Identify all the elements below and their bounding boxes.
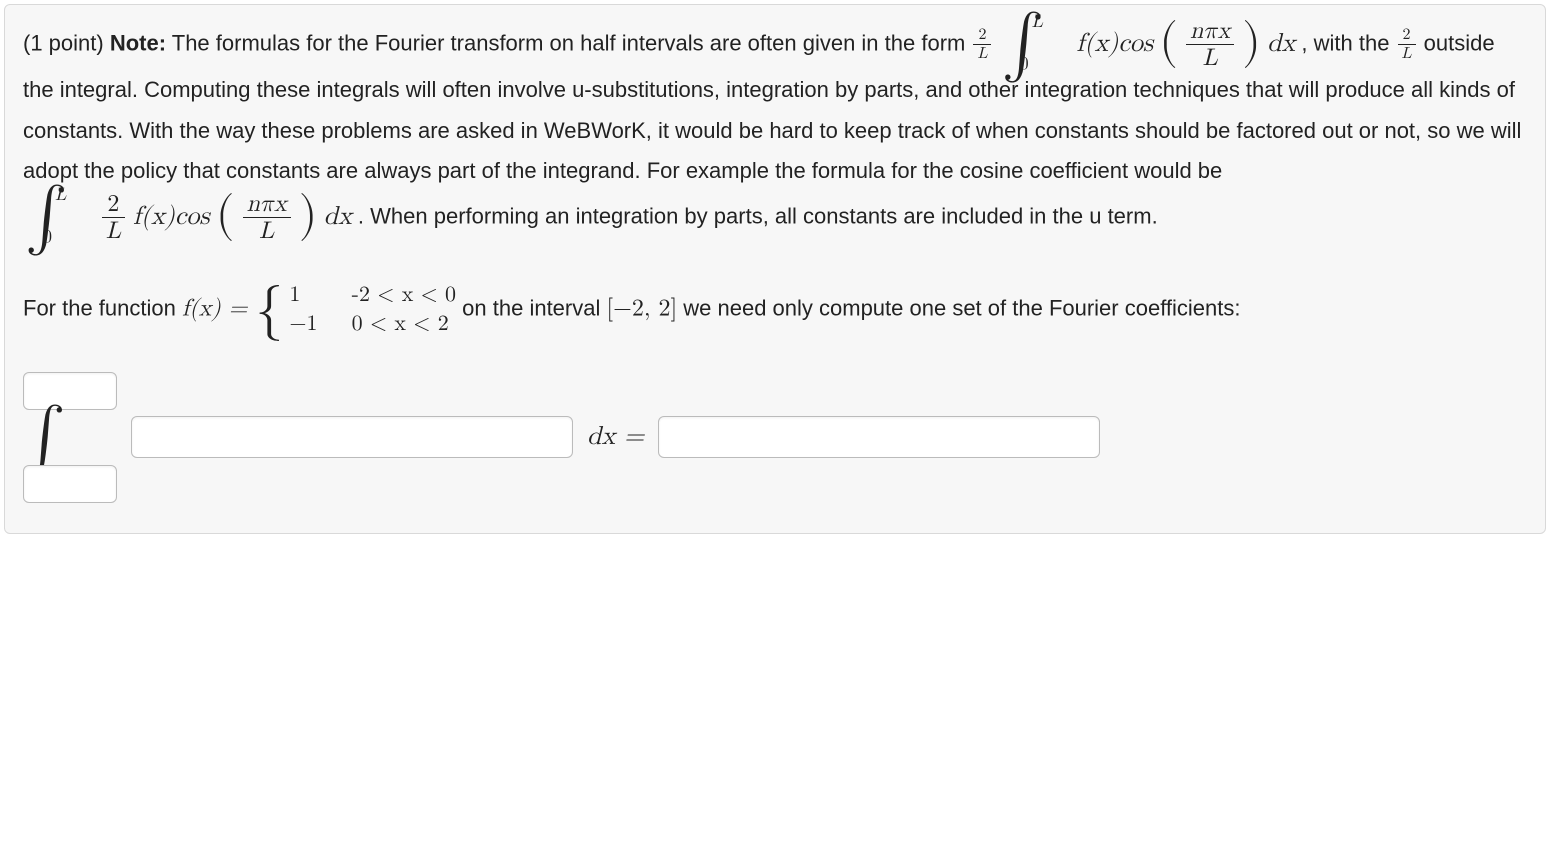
- note-label: Note:: [110, 30, 166, 55]
- note-text-2: , with the: [1301, 30, 1395, 55]
- integrand-fx: f(x)cos: [1076, 31, 1153, 57]
- left-paren-icon: (: [1159, 42, 1178, 48]
- question-paragraph: For the function f(x) = { 1 −1 -2 < x < …: [23, 281, 1527, 338]
- question-tail-2: we need only compute one set of the Four…: [677, 295, 1240, 320]
- answer-row: ∫ dx =: [23, 372, 1527, 502]
- question-lead: For the function: [23, 295, 182, 320]
- piecewise-conditions: -2 < x < 0 0 < x < 2: [352, 281, 456, 338]
- interval-text: [−2, 2]: [606, 296, 677, 320]
- fraction-2L-outside: 2 L: [971, 27, 993, 62]
- integral-icon: ∫ L 0: [1002, 25, 1045, 63]
- formula-2: ∫ L 0 2 L f(x)cos ( nπx L ) dx: [23, 203, 358, 228]
- piecewise-values: 1 −1: [289, 281, 317, 338]
- right-paren-icon: ): [1242, 42, 1261, 48]
- fraction-npix-L: nπx L: [1184, 19, 1236, 70]
- integral-limits-inputs: ∫: [23, 372, 117, 502]
- dx-text-2: dx: [324, 205, 352, 231]
- right-paren-icon: ): [299, 215, 318, 221]
- points-label: (1 point): [23, 30, 110, 55]
- fraction-2L-inline: 2 L: [1396, 27, 1418, 62]
- lower-limit-input[interactable]: [23, 465, 117, 503]
- formula-1: 2 L ∫ L 0 f(x)cos ( nπx L ) dx: [971, 30, 1301, 55]
- dx-text: dx: [1267, 31, 1295, 57]
- integral-icon: ∫ L 0: [25, 198, 68, 236]
- fraction-2L-inside: 2 L: [100, 192, 127, 243]
- integral-icon: ∫: [23, 418, 117, 456]
- left-paren-icon: (: [216, 215, 235, 221]
- question-tail-1: on the interval: [462, 295, 606, 320]
- integrand-fx-2: f(x)cos: [133, 205, 210, 231]
- note-text-4: . When performing an integration by part…: [358, 203, 1158, 228]
- result-input[interactable]: [658, 416, 1100, 458]
- integrand-input[interactable]: [131, 416, 573, 458]
- fx-equals: f(x) =: [182, 296, 255, 320]
- problem-container: (1 point) Note: The formulas for the Fou…: [4, 4, 1546, 534]
- dx-equals-label: dx =: [587, 413, 644, 461]
- fraction-npix-L-2: nπx L: [241, 192, 293, 243]
- note-paragraph: (1 point) Note: The formulas for the Fou…: [23, 19, 1527, 243]
- note-text-1: The formulas for the Fourier transform o…: [166, 30, 971, 55]
